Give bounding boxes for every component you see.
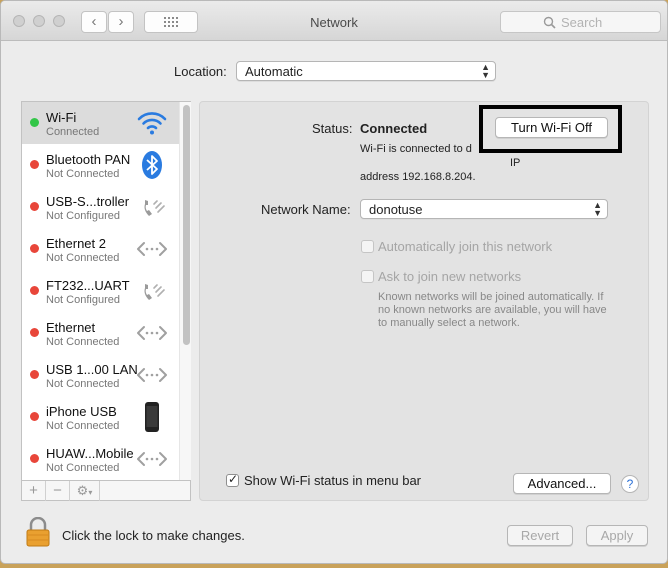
- search-placeholder: Search: [561, 15, 603, 30]
- service-status: Not Connected: [46, 168, 120, 180]
- iphone-icon: [136, 402, 168, 432]
- updown-arrows-icon: ▲ ▼: [481, 62, 490, 80]
- service-status: Not Configured: [46, 210, 120, 222]
- show-wifi-status-label: Show Wi-Fi status in menu bar: [244, 473, 422, 488]
- action-menu-button[interactable]: ⚙▾: [70, 481, 100, 501]
- status-dot: [30, 454, 39, 463]
- service-name: Ethernet 2: [46, 236, 106, 251]
- updown-arrows-icon: ▲ ▼: [593, 200, 602, 218]
- service-name: Ethernet: [46, 320, 96, 335]
- service-status: Not Connected: [46, 462, 120, 474]
- status-dot: [30, 370, 39, 379]
- network-service-list: Wi-Fi Connected Bluetooth PAN Not Connected…: [21, 101, 191, 501]
- sidebar-item-4[interactable]: FT232...UART Not Configured: [22, 270, 179, 312]
- add-service-button[interactable]: +: [22, 481, 46, 501]
- sidebar-toolbar: + − ⚙▾: [22, 480, 190, 501]
- advanced-button[interactable]: Advanced...: [513, 473, 611, 494]
- ask-join-label: Ask to join new networks: [378, 269, 522, 284]
- network-name-label: Network Name:: [261, 202, 351, 217]
- help-button[interactable]: ?: [621, 475, 639, 493]
- service-name: FT232...UART: [46, 278, 130, 293]
- wifi-icon: [136, 108, 168, 138]
- status-dot: [30, 244, 39, 253]
- auto-join-label: Automatically join this network: [378, 239, 553, 254]
- service-name: USB-S...troller: [46, 194, 130, 209]
- title-bar: ‹ › Network Search: [1, 1, 667, 41]
- status-dot: [30, 412, 39, 421]
- status-label: Status:: [312, 121, 353, 136]
- network-name-popup[interactable]: donotuse ▲ ▼: [360, 199, 608, 219]
- search-field[interactable]: Search: [500, 11, 661, 33]
- sidebar-item-0[interactable]: Wi-Fi Connected: [22, 102, 179, 144]
- status-dot: [30, 118, 39, 127]
- service-name: iPhone USB: [46, 404, 117, 419]
- service-status: Not Configured: [46, 294, 120, 306]
- gear-icon: ⚙: [76, 483, 89, 498]
- sidebar-item-1[interactable]: Bluetooth PAN Not Connected: [22, 144, 179, 186]
- status-dot: [30, 328, 39, 337]
- auto-join-checkbox[interactable]: [361, 240, 374, 253]
- service-status: Not Connected: [46, 420, 120, 432]
- sidebar-item-5[interactable]: Ethernet Not Connected: [22, 312, 179, 354]
- ethernet-arrows-icon: [136, 318, 168, 348]
- service-list-items: Wi-Fi Connected Bluetooth PAN Not Connected…: [22, 102, 179, 480]
- show-wifi-status-checkbox[interactable]: [226, 472, 239, 487]
- service-status: Not Connected: [46, 252, 120, 264]
- lock-icon[interactable]: [25, 517, 51, 547]
- status-value: Connected: [360, 121, 428, 136]
- network-name-value: donotuse: [369, 202, 423, 217]
- ethernet-arrows-icon: [136, 234, 168, 264]
- scrollbar-thumb[interactable]: [183, 105, 190, 345]
- search-icon: [543, 16, 556, 29]
- sidebar-scrollbar[interactable]: [179, 102, 191, 480]
- sidebar-item-6[interactable]: USB 1...00 LAN Not Connected: [22, 354, 179, 396]
- bluetooth-icon: [136, 150, 168, 180]
- apply-button[interactable]: Apply: [586, 525, 648, 546]
- sidebar-item-7[interactable]: iPhone USB Not Connected: [22, 396, 179, 438]
- service-name: Bluetooth PAN: [46, 152, 131, 167]
- location-popup[interactable]: Automatic ▲ ▼: [236, 61, 496, 81]
- phone-handset-icon: [136, 276, 168, 306]
- lock-message: Click the lock to make changes.: [62, 528, 245, 543]
- service-status: Not Connected: [46, 336, 120, 348]
- wifi-detail-panel: Status: Connected Turn Wi-Fi Off Wi-Fi i…: [199, 101, 649, 501]
- service-status: Not Connected: [46, 378, 120, 390]
- service-status: Connected: [46, 126, 100, 138]
- service-name: Wi-Fi: [46, 110, 77, 125]
- location-value: Automatic: [245, 64, 303, 79]
- status-dot: [30, 160, 39, 169]
- ethernet-arrows-icon: [136, 360, 168, 390]
- status-dot: [30, 286, 39, 295]
- chevron-down-icon: ▾: [88, 488, 93, 497]
- service-name: USB 1...00 LAN: [46, 362, 138, 377]
- status-description: Wi-Fi is connected to dIP address 192.16…: [360, 143, 521, 183]
- service-name: HUAW...Mobile: [46, 446, 134, 461]
- revert-button[interactable]: Revert: [507, 525, 573, 546]
- network-preferences-window: ‹ › Network Search Location: Automatic ▲…: [0, 0, 668, 564]
- phone-handset-icon: [136, 192, 168, 222]
- sidebar-item-2[interactable]: USB-S...troller Not Configured: [22, 186, 179, 228]
- sidebar-item-8[interactable]: HUAW...Mobile Not Connected: [22, 438, 179, 480]
- ask-join-note: Known networks will be joined automatica…: [378, 291, 607, 329]
- sidebar-item-3[interactable]: Ethernet 2 Not Connected: [22, 228, 179, 270]
- status-dot: [30, 202, 39, 211]
- ethernet-arrows-icon: [136, 444, 168, 474]
- remove-service-button[interactable]: −: [46, 481, 70, 501]
- location-label: Location:: [174, 64, 227, 79]
- ask-join-checkbox[interactable]: [361, 270, 374, 283]
